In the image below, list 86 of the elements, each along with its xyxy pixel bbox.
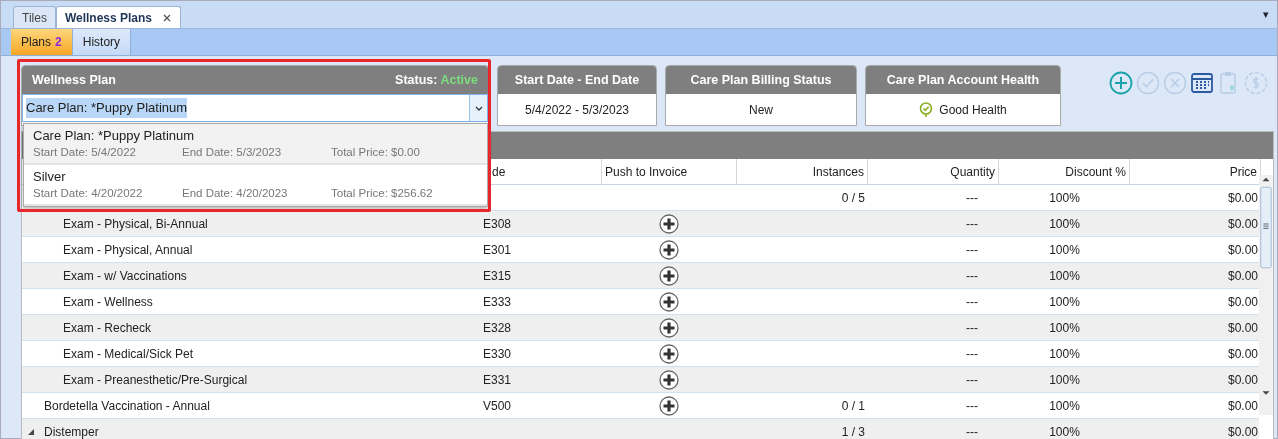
document-tab[interactable]: Wellness Plans <box>55 6 182 28</box>
table-cell-text: $0.00 <box>1227 293 1258 311</box>
view-tab[interactable]: Plans 2 <box>11 29 73 55</box>
table-cell-text: --- <box>966 189 978 207</box>
push-to-invoice-button[interactable] <box>659 343 679 364</box>
table-cell-text: $0.00 <box>1227 345 1258 363</box>
table-cell-text: --- <box>966 371 978 389</box>
column-header[interactable]: Price <box>1229 162 1257 181</box>
push-to-invoice-button[interactable] <box>659 291 679 312</box>
column-header[interactable]: Quantity <box>950 162 995 181</box>
table-cell-text: 100% <box>1049 371 1080 389</box>
table-cell-text: 100% <box>1049 241 1080 259</box>
table-cell-text: 100% <box>1049 293 1080 311</box>
column-header[interactable]: Instances <box>812 162 864 181</box>
dropdown-option[interactable]: Care Plan: *Puppy Platinum Start Date: 5/4/2022 End Date: 5/3/2023 Total Price: $0.00 <box>24 124 487 165</box>
item-name: Exam - Physical, Annual <box>63 241 193 259</box>
push-to-invoice-button[interactable] <box>659 239 679 260</box>
table-cell-text: $0.00 <box>1227 319 1258 337</box>
table-cell-text: 100% <box>1049 267 1080 285</box>
table-cell-text: $0.00 <box>1227 371 1258 389</box>
table-cell-text: 100% <box>1049 345 1080 363</box>
table-cell-text: --- <box>966 423 978 439</box>
table-cell-text: --- <box>966 345 978 363</box>
item-code: E328 <box>483 319 512 337</box>
item-name: Distemper <box>44 423 99 439</box>
card-value: 5/4/2022 - 5/3/2023 <box>524 101 630 119</box>
table-cell-text: 0 / 5 <box>841 189 865 207</box>
table-cell-text: 100% <box>1049 423 1080 439</box>
table-cell-text: 0 / 1 <box>841 397 865 415</box>
card-value: New <box>749 101 773 119</box>
plan-combo-box[interactable]: Care Plan: *Puppy Platinum <box>22 94 488 122</box>
card-value: Good Health <box>939 101 1007 119</box>
plan-count: 2 <box>55 34 62 51</box>
view-tab[interactable]: History <box>72 29 132 55</box>
card-title: Care Plan Account Health <box>866 66 1060 94</box>
table-cell-text: $0.00 <box>1227 397 1258 415</box>
table-cell-text: --- <box>966 397 978 415</box>
column-header[interactable]: Discount % <box>1065 162 1126 181</box>
push-to-invoice-button[interactable] <box>659 369 679 390</box>
card-title: Start Date - End Date <box>498 66 656 94</box>
table-cell-text: $0.00 <box>1227 241 1258 259</box>
column-header[interactable]: Push to Invoice <box>605 162 688 181</box>
table-cell-text: 100% <box>1049 319 1080 337</box>
push-to-invoice-button[interactable] <box>659 265 679 286</box>
plan-status: Status: Active <box>395 71 478 89</box>
item-code: V500 <box>483 397 512 415</box>
item-name: Exam - Physical, Bi-Annual <box>63 215 208 233</box>
table-cell-text: --- <box>966 293 978 311</box>
tab-menu-button[interactable]: ▾ <box>1263 6 1269 23</box>
document-tab[interactable]: Tiles <box>13 6 56 28</box>
collapse-icon[interactable] <box>27 427 35 436</box>
chevron-down-icon[interactable] <box>474 105 483 111</box>
item-code: E308 <box>483 215 512 233</box>
table-cell-text: $0.00 <box>1227 267 1258 285</box>
item-name: Exam - Preanesthetic/Pre-Surgical <box>63 371 248 389</box>
item-code: E330 <box>483 345 512 363</box>
table-cell-text: $0.00 <box>1227 423 1258 439</box>
table-cell-text: --- <box>966 319 978 337</box>
dropdown-option[interactable]: Silver Start Date: 4/20/2022 End Date: 4/20/2023 Total Price: $256.62 <box>24 164 487 206</box>
item-code: E315 <box>483 267 512 285</box>
item-name: Exam - Recheck <box>63 319 152 337</box>
push-to-invoice-button[interactable] <box>659 317 679 338</box>
item-name: Exam - Medical/Sick Pet <box>63 345 194 363</box>
table-cell-text: --- <box>966 241 978 259</box>
health-check-icon <box>919 102 934 117</box>
column-header[interactable]: de <box>492 162 506 181</box>
item-code: E301 <box>483 241 512 259</box>
table-cell-text: 100% <box>1049 215 1080 233</box>
item-name: Bordetella Vaccination - Annual <box>44 397 210 415</box>
table-cell-text: $0.00 <box>1227 215 1258 233</box>
item-name: Exam - w/ Vaccinations <box>63 267 187 285</box>
table-cell-text: --- <box>966 267 978 285</box>
table-cell-text: --- <box>966 215 978 233</box>
table-cell-text: $0.00 <box>1227 189 1258 207</box>
push-to-invoice-button[interactable] <box>659 395 679 416</box>
card-title: Wellness Plan <box>32 71 116 89</box>
table-cell-text: 1 / 3 <box>841 423 865 439</box>
card-title: Care Plan Billing Status <box>666 66 856 94</box>
item-code: E331 <box>483 371 512 389</box>
table-cell-text: 100% <box>1049 189 1080 207</box>
item-name: Exam - Wellness <box>63 293 153 311</box>
push-to-invoice-button[interactable] <box>659 213 679 234</box>
table-cell-text: 100% <box>1049 397 1080 415</box>
calendar-icon[interactable] <box>1190 71 1214 95</box>
close-icon[interactable] <box>162 12 173 23</box>
item-code: E333 <box>483 293 512 311</box>
